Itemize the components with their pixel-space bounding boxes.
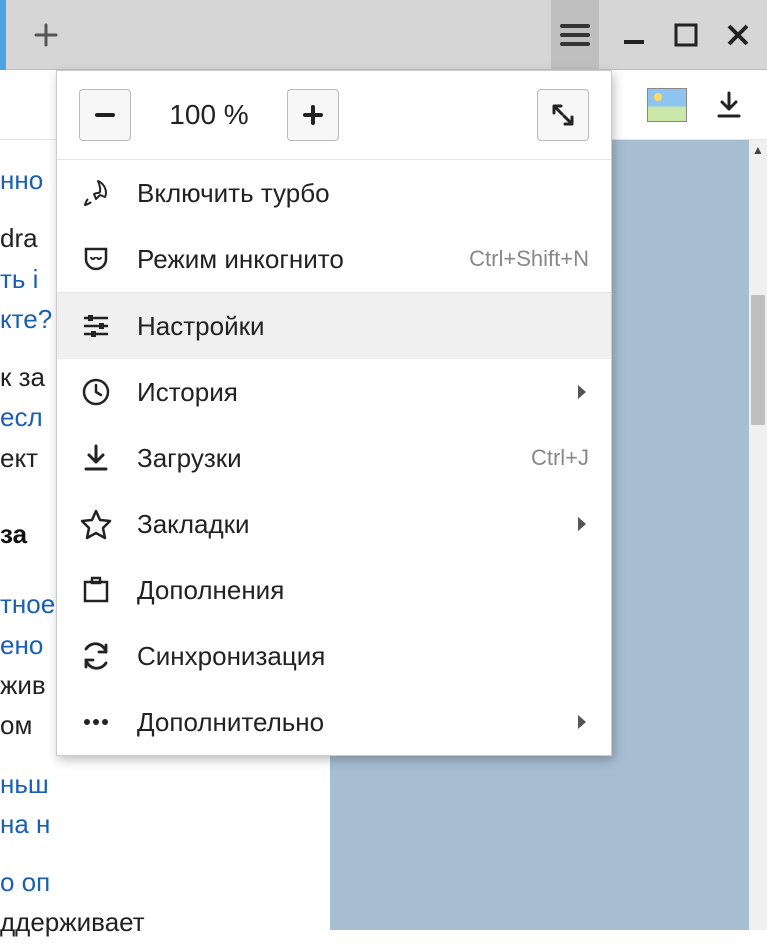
menu-item-label: Дополнения xyxy=(137,575,284,606)
active-tab-indicator xyxy=(0,0,6,70)
downloads-toolbar-icon[interactable] xyxy=(709,85,749,125)
sliders-icon xyxy=(79,309,113,343)
scrollbar-thumb[interactable] xyxy=(751,295,765,425)
menu-item-label: Настройки xyxy=(137,311,265,342)
page-fragment: ть і xyxy=(0,264,38,294)
menu-item-more[interactable]: Дополнительно xyxy=(57,689,611,755)
page-fragment: ено xyxy=(0,630,43,660)
page-fragment: к за xyxy=(0,362,45,392)
zoom-out-button[interactable] xyxy=(79,89,131,141)
menu-item-incognito[interactable]: Режим инкогнито Ctrl+Shift+N xyxy=(57,226,611,292)
main-menu-dropdown: 100 % Включить турбо Режим инкогнито Ctr… xyxy=(56,70,612,756)
menu-item-settings[interactable]: Настройки xyxy=(57,293,611,359)
download-icon xyxy=(79,441,113,475)
star-icon xyxy=(79,507,113,541)
page-fragment: ом xyxy=(0,710,32,740)
menu-item-addons[interactable]: Дополнения xyxy=(57,557,611,623)
menu-item-label: Дополнительно xyxy=(137,707,324,738)
menu-item-label: Включить турбо xyxy=(137,178,330,209)
page-fragment: за xyxy=(0,519,27,549)
menu-item-sync[interactable]: Синхронизация xyxy=(57,623,611,689)
zoom-controls: 100 % xyxy=(57,71,611,159)
sync-icon xyxy=(79,639,113,673)
page-fragment: о оп xyxy=(0,867,50,897)
page-fragment: кте? xyxy=(0,304,52,334)
page-fragment: ньш xyxy=(0,769,49,799)
zoom-level: 100 % xyxy=(139,99,279,131)
page-fragment: есл xyxy=(0,402,43,432)
rocket-icon xyxy=(79,176,113,210)
minimize-button[interactable] xyxy=(617,18,651,52)
titlebar-controls xyxy=(551,0,755,70)
image-thumbnail-icon[interactable] xyxy=(647,85,687,125)
ellipsis-icon xyxy=(79,705,113,739)
chevron-right-icon xyxy=(575,383,589,401)
zoom-in-button[interactable] xyxy=(287,89,339,141)
fullscreen-button[interactable] xyxy=(537,89,589,141)
box-icon xyxy=(79,573,113,607)
menu-item-label: История xyxy=(137,377,238,408)
menu-item-bookmarks[interactable]: Закладки xyxy=(57,491,611,557)
vertical-scrollbar[interactable]: ▲ xyxy=(749,140,767,930)
chevron-right-icon xyxy=(575,515,589,533)
page-fragment: ддерживает xyxy=(0,907,145,937)
menu-shortcut: Ctrl+J xyxy=(531,445,589,471)
menu-item-turbo[interactable]: Включить турбо xyxy=(57,160,611,226)
main-menu-button[interactable] xyxy=(551,0,599,70)
menu-item-label: Режим инкогнито xyxy=(137,244,344,275)
menu-item-downloads[interactable]: Загрузки Ctrl+J xyxy=(57,425,611,491)
page-fragment: на н xyxy=(0,809,50,839)
menu-item-label: Загрузки xyxy=(137,443,242,474)
clock-icon xyxy=(79,375,113,409)
page-fragment: тное xyxy=(0,589,55,619)
menu-shortcut: Ctrl+Shift+N xyxy=(469,246,589,272)
scroll-up-arrow[interactable]: ▲ xyxy=(749,140,767,160)
page-fragment: ект xyxy=(0,443,38,473)
page-fragment: dra xyxy=(0,223,38,253)
menu-item-label: Синхронизация xyxy=(137,641,325,672)
mask-icon xyxy=(79,242,113,276)
new-tab-button[interactable] xyxy=(22,11,70,59)
menu-item-history[interactable]: История xyxy=(57,359,611,425)
page-fragment: жив xyxy=(0,670,46,700)
titlebar xyxy=(0,0,767,70)
close-button[interactable] xyxy=(721,18,755,52)
maximize-button[interactable] xyxy=(669,18,703,52)
menu-item-label: Закладки xyxy=(137,509,250,540)
chevron-right-icon xyxy=(575,713,589,731)
